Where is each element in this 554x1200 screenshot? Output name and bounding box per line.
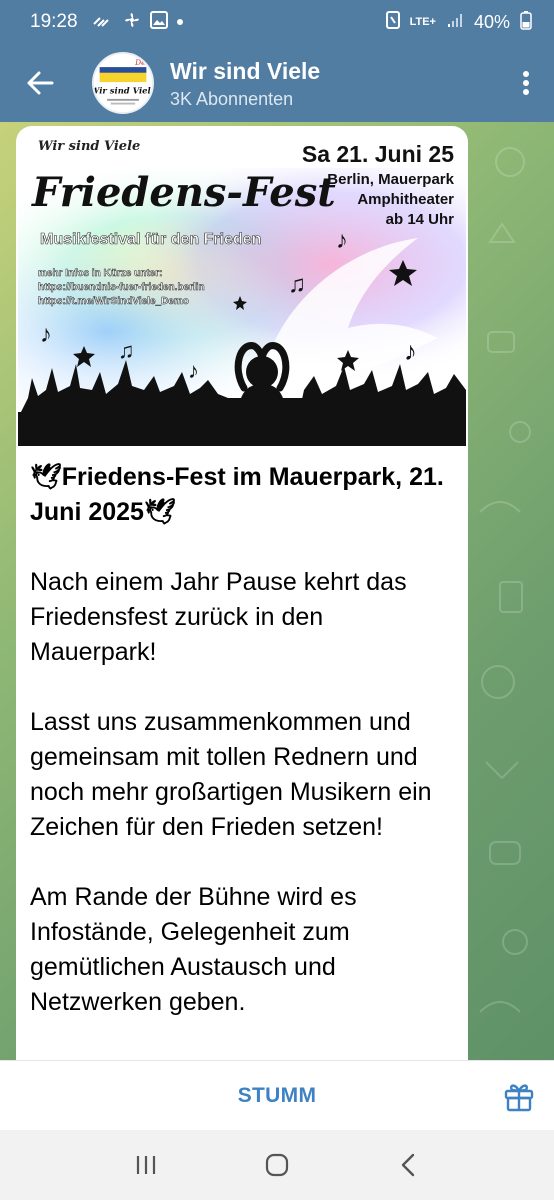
chat-area[interactable]: ♪ ♫ ♪ ♫ ♪ ♪ Wir sind Viele Friedens-Fest… <box>0 122 554 1060</box>
channel-bottom-bar: STUMM <box>0 1060 554 1130</box>
message-paragraph: Lasst uns zusammenkommen und gemeinsam m… <box>30 708 432 841</box>
recent-apps-icon <box>136 1156 155 1174</box>
channel-title: Wir sind Viele <box>170 57 321 84</box>
poster-date: Sa 21. Juni 25 <box>302 141 454 167</box>
system-nav-bar <box>0 1130 554 1200</box>
subscriber-count: 3K Abonnenten <box>170 88 294 109</box>
arrow-left-icon <box>27 71 54 95</box>
message-paragraph: Am Rande der Bühne wird es Infostände, G… <box>30 883 357 1016</box>
music-note-icon: ♫ <box>288 271 306 298</box>
status-bar: 19:28 LTE+ 40% <box>0 0 554 44</box>
recent-apps-button[interactable] <box>126 1145 166 1185</box>
music-note-icon: ♪ <box>40 321 52 348</box>
status-time: 19:28 <box>30 11 78 32</box>
event-poster-image[interactable]: ♪ ♫ ♪ ♫ ♪ ♪ Wir sind Viele Friedens-Fest… <box>18 128 466 446</box>
poster-link-2: https://t.me/WirSindViele_Demo <box>38 296 189 307</box>
more-vertical-icon <box>523 71 529 95</box>
gift-button[interactable] <box>502 1079 536 1113</box>
poster-time: ab 14 Uhr <box>386 211 455 228</box>
poster-location-2: Amphitheater <box>357 191 454 208</box>
message-bubble[interactable]: ♪ ♫ ♪ ♫ ♪ ♪ Wir sind Viele Friedens-Fest… <box>16 126 468 1060</box>
battery-level: 40% <box>473 11 510 32</box>
poster-subtitle: Musikfestival für den Frieden <box>40 231 261 248</box>
chevron-left-icon <box>402 1153 415 1177</box>
chat-header[interactable]: Demo Wir sind Viele Wir sind Viele 3K Ab… <box>0 44 554 122</box>
message-paragraph: Nach einem Jahr Pause kehrt das Friedens… <box>30 568 407 666</box>
avatar-text: Wir sind Viele <box>94 85 152 95</box>
nfc-icon <box>385 10 400 34</box>
music-note-icon: ♪ <box>404 336 417 366</box>
message-text[interactable]: 🕊Friedens-Fest im Mauerpark, 21. Juni 20… <box>16 446 468 1020</box>
home-icon <box>265 1153 289 1177</box>
fan-icon <box>122 10 142 35</box>
message-headline: 🕊Friedens-Fest im Mauerpark, 21. Juni 20… <box>30 463 444 526</box>
channel-avatar[interactable]: Demo Wir sind Viele <box>92 52 154 114</box>
avatar-demo-text: Demo <box>134 58 152 67</box>
mute-button[interactable]: STUMM <box>238 1084 317 1108</box>
battery-icon <box>520 10 532 35</box>
back-nav-button[interactable] <box>388 1145 428 1185</box>
music-note-icon: ♫ <box>118 338 135 363</box>
home-button[interactable] <box>257 1145 297 1185</box>
more-menu-button[interactable] <box>498 44 554 122</box>
poster-info-label: mehr Infos in Kürze unter: <box>38 268 162 279</box>
poster-link-1: https://buendnis-fuer-frieden.berlin <box>38 282 205 293</box>
signal-icon <box>446 11 464 34</box>
music-note-icon: ♪ <box>188 358 199 383</box>
wifi-call-icon <box>92 12 114 33</box>
poster-brand: Wir sind Viele <box>38 139 140 154</box>
dot-icon <box>176 13 184 31</box>
network-type: LTE+ <box>409 16 436 28</box>
poster-title: Friedens-Fest <box>31 169 336 216</box>
gallery-icon <box>149 10 168 34</box>
back-button[interactable] <box>0 44 80 122</box>
gift-icon <box>504 1084 534 1112</box>
poster-location-1: Berlin, Mauerpark <box>327 171 454 188</box>
music-note-icon: ♪ <box>336 227 348 254</box>
